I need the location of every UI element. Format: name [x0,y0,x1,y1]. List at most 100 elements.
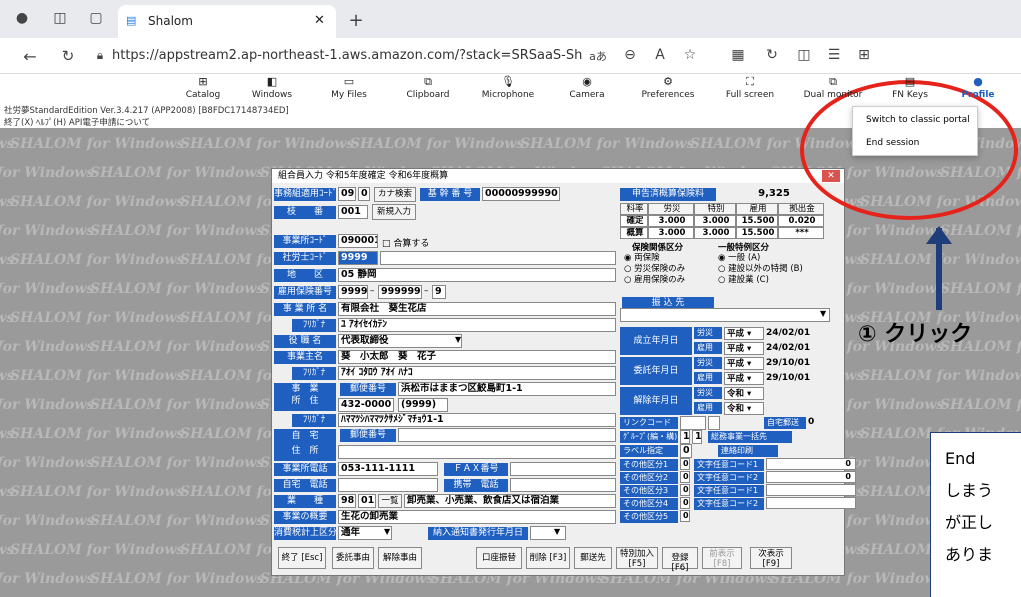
favorite-star-icon[interactable]: ☆ [678,47,702,63]
url-field[interactable]: https://appstream2.ap-northeast-1.aws.am… [112,43,582,69]
gyoshu-field-2[interactable]: 01 [358,494,376,508]
yubin-code-field[interactable]: (9999) [398,398,448,412]
gassan-checkbox[interactable]: □ 合算する [382,236,429,249]
free-field[interactable]: 0 [766,458,856,470]
free-field[interactable]: 0 [766,471,856,483]
kikan-bango-field[interactable]: 00000999990 [482,187,560,201]
sharoshi-name-field[interactable] [380,251,616,265]
close-tab-icon[interactable]: ✕ [314,13,325,28]
free-field[interactable] [766,484,856,496]
jitaku-jusho-field[interactable] [398,428,616,442]
dialog-button-6[interactable]: 郵送先 [574,547,612,569]
kumiai-field-1[interactable]: 1 [680,430,690,444]
shohi-dropdown-icon[interactable]: ▼ [384,527,390,536]
dialog-button-5[interactable]: 削除 [F3] [526,547,570,569]
kana-search-button[interactable]: カナ検索 [374,187,416,202]
dialog-button-2[interactable]: 委託事由 [332,547,374,569]
jigyo-code-field-1[interactable]: 09 [338,187,356,201]
link-code-field[interactable] [680,416,706,430]
profile-icon[interactable]: ● [10,10,34,26]
tab-actions-icon[interactable]: ▢ [84,10,108,26]
back-icon[interactable]: ← [18,47,42,66]
jitaku-denwa-field[interactable] [338,478,438,492]
furigana-field-3[interactable]: ﾊﾏﾏﾂｼﾊﾏﾏﾂｸｻﾒｼﾞﾏﾁｮｳ1-1 [338,413,616,427]
furigana-field-2[interactable]: ｱｵｲ ｺﾀﾛｳ ｱｵｲ ﾊﾅｺ [338,366,616,380]
jigyosho-mei-field[interactable]: 有限会社 葵生花店 [338,302,616,316]
furikomi-dropdown-icon[interactable]: ▼ [820,309,826,318]
gyoshu-list-button[interactable]: 一覧 [378,494,402,508]
dialog-button-3[interactable]: 解除事由 [378,547,422,569]
nofu-dropdown-icon[interactable]: ▼ [554,527,560,536]
koyo-bango-field-1[interactable]: 9999 [338,285,368,299]
sharoshi-code-field[interactable]: 9999 [338,251,378,265]
era-select[interactable]: 令和 ▾ [724,402,764,415]
toolbar-preferences-button[interactable]: ⚙ Preferences [628,76,708,101]
toolbar-clipboard-button[interactable]: ⧉ Clipboard [388,76,468,101]
edaban-field[interactable]: 001 [338,205,368,219]
zoom-icon[interactable]: ⊖ [618,47,642,63]
other-field[interactable]: 0 [680,510,690,522]
toolbar-camera-button[interactable]: ◉ Camera [547,76,627,101]
toolbar-catalog-button[interactable]: ⊞ Catalog [163,76,243,101]
era-select[interactable]: 令和 ▾ [724,387,764,400]
other-field[interactable]: 0 [680,471,690,483]
new-tab-button[interactable]: + [344,10,368,31]
jigyo-code-field-2[interactable]: 0 [358,187,370,201]
furikomi-select[interactable] [620,308,830,322]
yubin-field[interactable]: 432-0000 [338,398,394,412]
toolbar-my-files-button[interactable]: ▭ My Files [309,76,389,101]
link-code-field-2[interactable] [708,416,720,430]
koyo-bango-field-2[interactable]: 999999 [378,285,422,299]
favorites-icon[interactable]: ☰ [822,47,846,63]
fax-field[interactable] [510,462,616,476]
extension-icon[interactable]: ▦ [726,47,750,63]
refresh-alt-icon[interactable]: ↻ [760,47,784,63]
toolbar-dual-monitor-button[interactable]: ⧉ Dual monitor [793,76,873,101]
lock-icon[interactable]: 🔒︎ [88,48,112,63]
immersive-reader-icon[interactable]: A [648,47,672,63]
tokurei-radio[interactable]: ○ 建設業 (C) [718,273,769,285]
toolbar-windows-button[interactable]: ◧ Windows [232,76,312,101]
other-field[interactable]: 0 [680,484,690,496]
new-input-button[interactable]: 新規入力 [372,204,416,220]
app-menu[interactable]: 終了(X) ﾍﾙﾌﾟ(H) API電子申請について [4,116,150,128]
chiku-field[interactable]: 05 静岡 [338,268,616,282]
jitaku-jusho-field-2[interactable] [338,445,616,459]
jigyosho-code-field[interactable]: 090001 [338,234,378,248]
browser-tab[interactable]: ▤ Shalom ✕ [118,5,336,38]
koyo-bango-field-3[interactable]: 9 [432,285,446,299]
other-field[interactable]: 0 [680,497,690,509]
toolbar-profile-button[interactable]: ● Profile [938,76,1018,101]
era-select[interactable]: 平成 ▾ [724,327,764,340]
workspaces-icon[interactable]: ◫ [48,10,72,26]
jusho-field[interactable]: 浜松市はままつ区鮫島町1-1 [398,382,616,396]
kumiai-field-2[interactable]: 1 [692,430,702,444]
dialog-button-9[interactable]: 前表示 [F8] [702,547,742,569]
era-select[interactable]: 平成 ▾ [724,342,764,355]
dialog-button-8[interactable]: 登録 [F6] [662,547,698,573]
gyoshu-field-1[interactable]: 98 [338,494,356,508]
dialog-button-7[interactable]: 特別加入 [F5] [616,547,658,569]
jigyonushi-field[interactable]: 葵 小太郎 葵 花子 [338,350,616,364]
refresh-icon[interactable]: ↻ [56,47,80,65]
gyoshu-text-field[interactable]: 卸売業、小売業、飲食店又は宿泊業 [404,494,616,508]
nofu-field[interactable] [530,526,566,540]
keitai-field[interactable] [510,478,616,492]
read-aloud-icon[interactable]: aあ [586,48,610,64]
free-field[interactable] [766,497,856,509]
collections-icon[interactable]: ⊞ [852,47,876,63]
hoken-radio[interactable]: ○ 雇用保険のみ [624,273,685,285]
toolbar-microphone-button[interactable]: 🎙︎ Microphone [468,76,548,101]
yakushoku-dropdown-icon[interactable]: ▼ [455,335,461,344]
furigana-field-1[interactable]: ﾕ ｱｵｲｾｲｶﾃﾝ [338,318,616,332]
other-field[interactable]: 0 [680,458,690,470]
gaiyo-field[interactable]: 生花の卸売業 [338,510,616,524]
dialog-button-4[interactable]: 口座振替 [476,547,522,569]
toolbar-full-screen-button[interactable]: ⛶ Full screen [710,76,790,101]
label-shitei-field[interactable]: 0 [680,444,692,458]
yakushoku-select[interactable]: 代表取締役 [338,334,462,348]
dialog-button-1[interactable]: 終了 [Esc] [278,547,326,569]
split-screen-icon[interactable]: ◫ [792,47,816,63]
era-select[interactable]: 平成 ▾ [724,357,764,370]
dialog-button-10[interactable]: 次表示 [F9] [750,547,792,569]
